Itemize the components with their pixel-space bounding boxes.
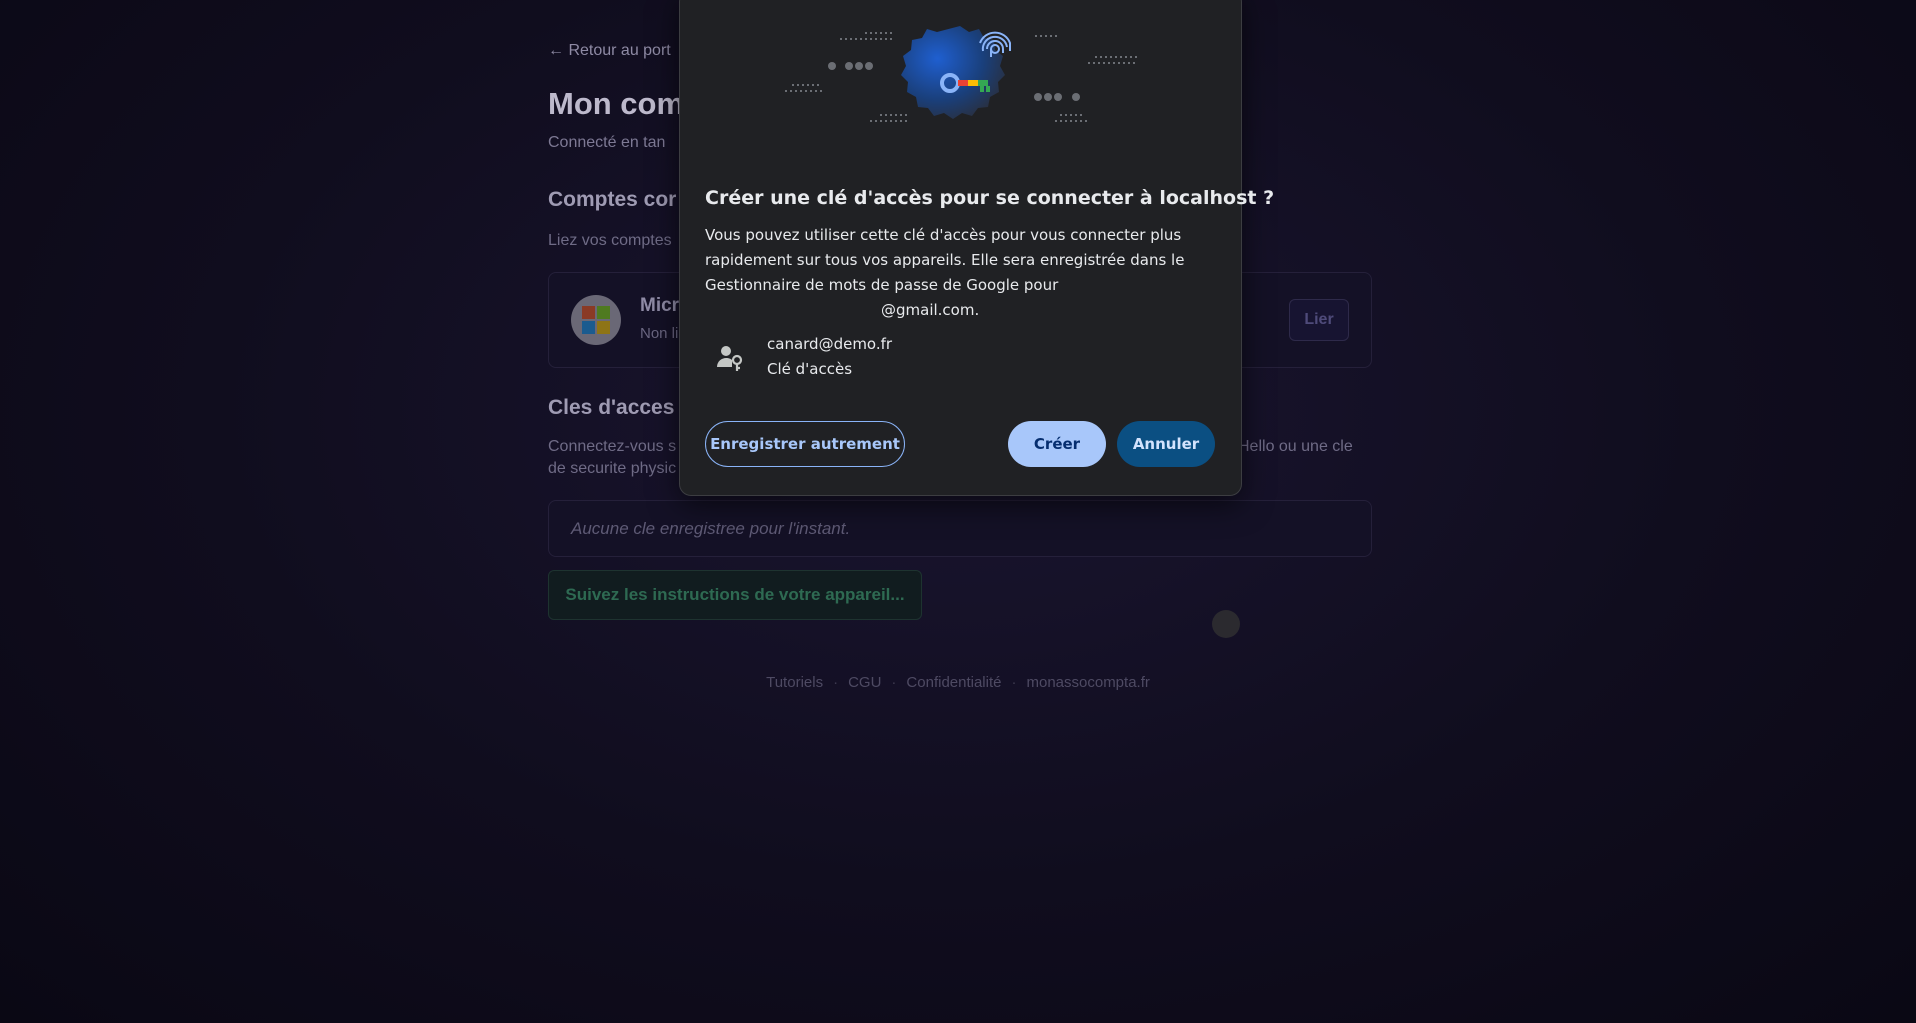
passkeys-empty-card: Aucune cle enregistree pour l'instant. bbox=[548, 500, 1372, 557]
passkeys-description-continued: de securite physic bbox=[548, 460, 677, 477]
dialog-description-line: Vous pouvez utiliser cette clé d'accès p… bbox=[705, 226, 1182, 244]
back-to-portal-link[interactable]: ← Retour au port bbox=[548, 42, 671, 60]
passkey-account-row: canard@demo.fr Clé d'accès bbox=[715, 335, 1115, 387]
footer-separator: · bbox=[891, 674, 897, 691]
create-passkey-dialog: Créer une clé d'accès pour se connecter … bbox=[679, 0, 1274, 496]
dialog-title: Créer une clé d'accès pour se connecter … bbox=[705, 187, 1275, 209]
microsoft-logo-icon bbox=[571, 295, 621, 345]
cursor-indicator bbox=[1212, 610, 1240, 638]
footer-link-website[interactable]: monassocompta.fr bbox=[1026, 674, 1149, 691]
linked-accounts-title: Comptes cor bbox=[548, 188, 677, 211]
footer-separator: · bbox=[833, 674, 839, 691]
microsoft-account-name: Micr bbox=[640, 295, 680, 316]
passkeys-description-end: Hello ou une cle bbox=[1238, 438, 1353, 455]
footer: Tutoriels · CGU · Confidentialité · mona… bbox=[0, 674, 1916, 691]
passkeys-description-start: Connectez-vous s bbox=[548, 438, 677, 455]
linked-accounts-description: Liez vos comptes bbox=[548, 232, 672, 249]
footer-link-confidentialite[interactable]: Confidentialité bbox=[906, 674, 1001, 691]
passkey-account-type: Clé d'accès bbox=[767, 360, 853, 378]
connected-as-text: Connecté en tan bbox=[548, 134, 666, 151]
footer-link-cgu[interactable]: CGU bbox=[848, 674, 881, 691]
page-title: Mon com bbox=[548, 86, 685, 121]
create-button[interactable]: Créer bbox=[1008, 421, 1106, 467]
follow-device-instructions-button[interactable]: Suivez les instructions de votre apparei… bbox=[548, 570, 922, 620]
cancel-button[interactable]: Annuler bbox=[1117, 421, 1215, 467]
google-account-email: @gmail.com. bbox=[881, 301, 980, 319]
microsoft-account-status: Non li bbox=[640, 325, 679, 342]
dialog-description: Vous pouvez utiliser cette clé d'accès p… bbox=[705, 223, 1205, 323]
dialog-description-line: rapidement sur tous vos appareils. Elle … bbox=[705, 251, 1185, 269]
link-microsoft-button[interactable]: Lier bbox=[1289, 299, 1349, 341]
save-another-way-button[interactable]: Enregistrer autrement bbox=[705, 421, 905, 467]
dialog-description-line: Gestionnaire de mots de passe de Google … bbox=[705, 276, 1059, 294]
passkey-illustration bbox=[785, 26, 1138, 122]
passkeys-empty-text: Aucune cle enregistree pour l'instant. bbox=[571, 519, 851, 538]
passkey-account-email: canard@demo.fr bbox=[767, 335, 893, 353]
person-key-icon bbox=[717, 346, 743, 371]
footer-separator: · bbox=[1011, 674, 1017, 691]
footer-link-tutoriels[interactable]: Tutoriels bbox=[766, 674, 823, 691]
passkeys-title: Cles d'acces bbox=[548, 396, 675, 419]
